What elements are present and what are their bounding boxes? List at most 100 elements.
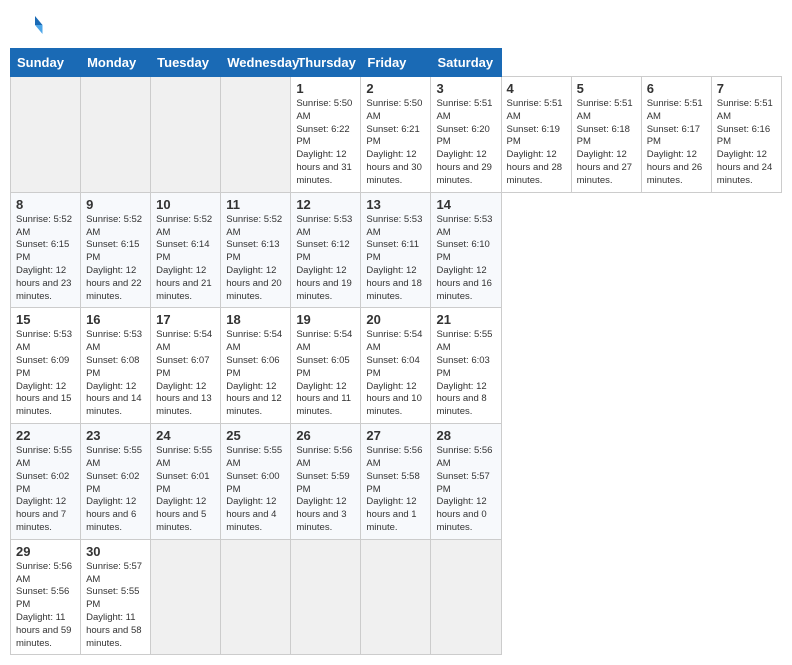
day-number: 5 [577, 81, 636, 96]
logo [14, 10, 48, 40]
weekday-header-monday: Monday [81, 49, 151, 77]
day-number: 16 [86, 312, 145, 327]
calendar-day-cell [221, 539, 291, 655]
calendar-day-cell: 8Sunrise: 5:52 AMSunset: 6:15 PMDaylight… [11, 192, 81, 308]
day-number: 6 [647, 81, 706, 96]
day-info: Sunrise: 5:51 AMSunset: 6:18 PMDaylight:… [577, 98, 636, 188]
day-number: 21 [436, 312, 495, 327]
day-number: 23 [86, 428, 145, 443]
day-number: 20 [366, 312, 425, 327]
calendar-day-cell [221, 77, 291, 193]
day-info: Sunrise: 5:53 AMSunset: 6:12 PMDaylight:… [296, 214, 355, 304]
day-info: Sunrise: 5:53 AMSunset: 6:11 PMDaylight:… [366, 214, 425, 304]
weekday-header-wednesday: Wednesday [221, 49, 291, 77]
calendar-day-cell: 24Sunrise: 5:55 AMSunset: 6:01 PMDayligh… [151, 424, 221, 540]
calendar-day-cell: 20 Sunrise: 5:54 AMSunset: 6:04 PMDayligh… [361, 308, 431, 424]
day-info: Sunrise: 5:51 AMSunset: 6:16 PMDaylight:… [717, 98, 776, 188]
calendar-day-cell: 18 Sunrise: 5:54 AMSunset: 6:06 PMDayligh… [221, 308, 291, 424]
calendar-day-cell: 30Sunrise: 5:57 AMSunset: 5:55 PMDayligh… [81, 539, 151, 655]
calendar-week-row-3: 22Sunrise: 5:55 AMSunset: 6:02 PMDayligh… [11, 424, 782, 540]
day-number: 9 [86, 197, 145, 212]
calendar-day-cell [431, 539, 501, 655]
calendar-day-cell: 15 Sunrise: 5:53 AMSunset: 6:09 PMDayligh… [11, 308, 81, 424]
calendar-day-cell: 19 Sunrise: 5:54 AMSunset: 6:05 PMDayligh… [291, 308, 361, 424]
calendar-week-row-4: 29 Sunrise: 5:56 AMSunset: 5:56 PMDayligh… [11, 539, 782, 655]
day-number: 12 [296, 197, 355, 212]
calendar-day-cell [151, 77, 221, 193]
calendar-day-cell [11, 77, 81, 193]
day-info: Sunrise: 5:52 AMSunset: 6:15 PMDaylight:… [16, 214, 75, 304]
logo-icon [14, 10, 44, 40]
calendar-day-cell: 25 Sunrise: 5:55 AMSunset: 6:00 PMDayligh… [221, 424, 291, 540]
day-info: Sunrise: 5:50 AMSunset: 6:22 PMDaylight:… [296, 98, 355, 188]
weekday-header-thursday: Thursday [291, 49, 361, 77]
day-number: 11 [226, 197, 285, 212]
calendar-day-cell: 3Sunrise: 5:51 AMSunset: 6:20 PMDaylight… [431, 77, 501, 193]
day-info: Sunrise: 5:56 AMSunset: 5:56 PMDaylight:… [16, 561, 75, 651]
day-info: Sunrise: 5:56 AMSunset: 5:57 PMDaylight:… [436, 445, 495, 535]
calendar-day-cell: 1 Sunrise: 5:50 AMSunset: 6:22 PMDaylight… [291, 77, 361, 193]
calendar-day-cell: 12 Sunrise: 5:53 AMSunset: 6:12 PMDayligh… [291, 192, 361, 308]
calendar-header-row: SundayMondayTuesdayWednesdayThursdayFrid… [11, 49, 782, 77]
calendar-day-cell [81, 77, 151, 193]
weekday-header-saturday: Saturday [431, 49, 501, 77]
calendar-day-cell: 10 Sunrise: 5:52 AMSunset: 6:14 PMDayligh… [151, 192, 221, 308]
day-info: Sunrise: 5:54 AMSunset: 6:04 PMDaylight:… [366, 329, 425, 419]
day-info: Sunrise: 5:51 AMSunset: 6:19 PMDaylight:… [507, 98, 566, 188]
day-number: 28 [436, 428, 495, 443]
day-number: 17 [156, 312, 215, 327]
calendar-day-cell: 13Sunrise: 5:53 AMSunset: 6:11 PMDayligh… [361, 192, 431, 308]
calendar-day-cell: 4 Sunrise: 5:51 AMSunset: 6:19 PMDaylight… [501, 77, 571, 193]
day-info: Sunrise: 5:56 AMSunset: 5:58 PMDaylight:… [366, 445, 425, 535]
calendar-day-cell: 28 Sunrise: 5:56 AMSunset: 5:57 PMDayligh… [431, 424, 501, 540]
calendar-day-cell [151, 539, 221, 655]
calendar-day-cell: 14Sunrise: 5:53 AMSunset: 6:10 PMDayligh… [431, 192, 501, 308]
calendar-day-cell: 27Sunrise: 5:56 AMSunset: 5:58 PMDayligh… [361, 424, 431, 540]
day-info: Sunrise: 5:50 AMSunset: 6:21 PMDaylight:… [366, 98, 425, 188]
day-number: 25 [226, 428, 285, 443]
day-info: Sunrise: 5:51 AMSunset: 6:20 PMDaylight:… [436, 98, 495, 188]
day-info: Sunrise: 5:55 AMSunset: 6:02 PMDaylight:… [86, 445, 145, 535]
calendar-week-row-0: 1 Sunrise: 5:50 AMSunset: 6:22 PMDaylight… [11, 77, 782, 193]
calendar-day-cell: 5 Sunrise: 5:51 AMSunset: 6:18 PMDaylight… [571, 77, 641, 193]
day-number: 19 [296, 312, 355, 327]
day-number: 4 [507, 81, 566, 96]
day-number: 26 [296, 428, 355, 443]
calendar-day-cell: 23 Sunrise: 5:55 AMSunset: 6:02 PMDayligh… [81, 424, 151, 540]
day-info: Sunrise: 5:52 AMSunset: 6:14 PMDaylight:… [156, 214, 215, 304]
day-info: Sunrise: 5:55 AMSunset: 6:03 PMDaylight:… [436, 329, 495, 419]
calendar-day-cell: 22Sunrise: 5:55 AMSunset: 6:02 PMDayligh… [11, 424, 81, 540]
calendar-day-cell [361, 539, 431, 655]
calendar-week-row-1: 8Sunrise: 5:52 AMSunset: 6:15 PMDaylight… [11, 192, 782, 308]
calendar-table: SundayMondayTuesdayWednesdayThursdayFrid… [10, 48, 782, 655]
day-number: 30 [86, 544, 145, 559]
calendar-day-cell: 11 Sunrise: 5:52 AMSunset: 6:13 PMDayligh… [221, 192, 291, 308]
day-number: 15 [16, 312, 75, 327]
day-number: 29 [16, 544, 75, 559]
calendar-day-cell: 16 Sunrise: 5:53 AMSunset: 6:08 PMDayligh… [81, 308, 151, 424]
day-info: Sunrise: 5:55 AMSunset: 6:02 PMDaylight:… [16, 445, 75, 535]
day-info: Sunrise: 5:53 AMSunset: 6:10 PMDaylight:… [436, 214, 495, 304]
day-number: 2 [366, 81, 425, 96]
weekday-header-friday: Friday [361, 49, 431, 77]
calendar-week-row-2: 15 Sunrise: 5:53 AMSunset: 6:09 PMDayligh… [11, 308, 782, 424]
day-info: Sunrise: 5:53 AMSunset: 6:08 PMDaylight:… [86, 329, 145, 419]
day-number: 18 [226, 312, 285, 327]
day-info: Sunrise: 5:54 AMSunset: 6:05 PMDaylight:… [296, 329, 355, 419]
day-info: Sunrise: 5:53 AMSunset: 6:09 PMDaylight:… [16, 329, 75, 419]
calendar-day-cell: 21 Sunrise: 5:55 AMSunset: 6:03 PMDayligh… [431, 308, 501, 424]
page-header [10, 10, 782, 40]
day-info: Sunrise: 5:52 AMSunset: 6:13 PMDaylight:… [226, 214, 285, 304]
calendar-day-cell [291, 539, 361, 655]
calendar-day-cell: 6 Sunrise: 5:51 AMSunset: 6:17 PMDaylight… [641, 77, 711, 193]
day-info: Sunrise: 5:54 AMSunset: 6:06 PMDaylight:… [226, 329, 285, 419]
day-info: Sunrise: 5:55 AMSunset: 6:00 PMDaylight:… [226, 445, 285, 535]
day-number: 24 [156, 428, 215, 443]
weekday-header-tuesday: Tuesday [151, 49, 221, 77]
day-number: 1 [296, 81, 355, 96]
day-info: Sunrise: 5:56 AMSunset: 5:59 PMDaylight:… [296, 445, 355, 535]
day-number: 10 [156, 197, 215, 212]
calendar-day-cell: 7Sunrise: 5:51 AMSunset: 6:16 PMDaylight… [711, 77, 781, 193]
day-info: Sunrise: 5:51 AMSunset: 6:17 PMDaylight:… [647, 98, 706, 188]
calendar-day-cell: 17Sunrise: 5:54 AMSunset: 6:07 PMDayligh… [151, 308, 221, 424]
